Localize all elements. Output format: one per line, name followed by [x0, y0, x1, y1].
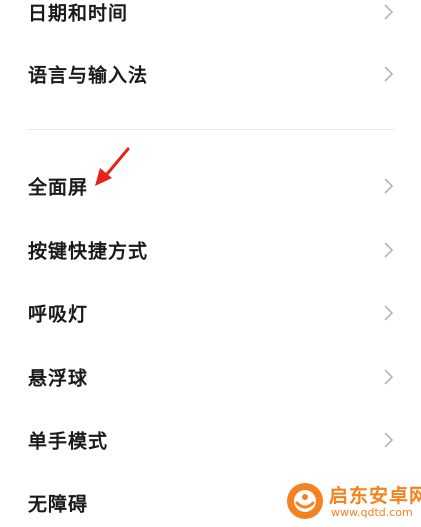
chevron-right-icon [384, 242, 394, 258]
settings-item-breathing-light[interactable]: 呼吸灯 [0, 291, 421, 335]
settings-item-label: 无障碍 [28, 493, 89, 516]
watermark-logo-icon [287, 483, 323, 519]
settings-item-one-hand-mode[interactable]: 单手模式 [0, 418, 421, 462]
settings-item-floating-ball[interactable]: 悬浮球 [0, 355, 421, 399]
settings-item-label: 日期和时间 [28, 2, 129, 25]
chevron-right-icon [384, 4, 394, 20]
chevron-right-icon [384, 178, 394, 194]
settings-item-label: 语言与输入法 [28, 64, 149, 87]
settings-item-full-screen[interactable]: 全面屏 [0, 164, 421, 208]
settings-item-label: 呼吸灯 [28, 303, 89, 326]
settings-item-language-input[interactable]: 语言与输入法 [0, 52, 421, 96]
settings-item-label: 悬浮球 [28, 367, 89, 390]
settings-item-date-time[interactable]: 日期和时间 [0, 0, 421, 34]
red-arrow-icon [95, 147, 130, 186]
section-divider [28, 129, 394, 130]
watermark-text: 启东安卓网 [329, 485, 421, 507]
settings-item-label: 全面屏 [28, 176, 89, 199]
settings-list: 日期和时间 语言与输入法 全面屏 按键快捷方式 呼吸灯 悬浮球 单手模式 无障碍 [0, 0, 421, 527]
chevron-right-icon [384, 369, 394, 385]
chevron-right-icon [384, 66, 394, 82]
settings-item-label: 按键快捷方式 [28, 240, 149, 263]
watermark: 启东安卓网 www.qdtd.com [281, 477, 421, 527]
chevron-right-icon [384, 432, 394, 448]
settings-item-key-shortcuts[interactable]: 按键快捷方式 [0, 228, 421, 272]
chevron-right-icon [384, 305, 394, 321]
watermark-url: www.qdtd.com [331, 506, 413, 519]
settings-item-label: 单手模式 [28, 430, 109, 453]
